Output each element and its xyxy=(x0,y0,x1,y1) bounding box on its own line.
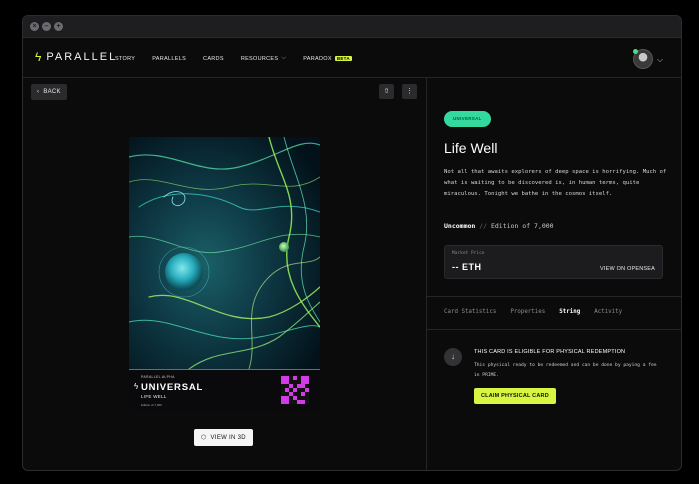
tab-activity[interactable]: Activity xyxy=(594,309,622,315)
view-in-3d-label: VIEW IN 3D xyxy=(210,434,246,441)
card-image[interactable]: PARALLEL ALPHA ϟ UNIVERSAL LIFE WELL Edi… xyxy=(129,137,320,410)
more-options-button[interactable]: ⋮ xyxy=(402,84,417,99)
logo-text: PARALLEL xyxy=(46,51,118,63)
chevron-left-icon: ‹ xyxy=(37,89,40,95)
card-artwork xyxy=(129,137,320,369)
card-edition: Edition of 7,000 xyxy=(141,403,162,407)
arrow-down-icon: ↓ xyxy=(444,348,462,366)
card-parallel-name: UNIVERSAL xyxy=(141,382,204,393)
rarity-label: Uncommon xyxy=(444,222,476,230)
window-close-button[interactable]: × xyxy=(30,22,39,31)
redemption-description: This physical ready to be redeemed and c… xyxy=(474,363,657,378)
more-vertical-icon: ⋮ xyxy=(406,88,413,95)
tab-string[interactable]: String xyxy=(559,309,580,315)
chevron-down-icon: ⌵ xyxy=(281,55,287,61)
nav-links: STORY PARALLELS CARDS RESOURCES ⌵ PARADOX… xyxy=(115,55,369,62)
window-titlebar: × – + xyxy=(23,16,681,38)
card-set-label: PARALLEL ALPHA xyxy=(141,375,175,379)
card-description: Not all that awaits explorers of deep sp… xyxy=(444,169,667,197)
nav-link-label: PARALLELS xyxy=(152,55,187,62)
tabs-divider-top xyxy=(427,296,681,297)
tab-properties[interactable]: Properties xyxy=(510,309,545,315)
qr-code-icon xyxy=(281,376,309,404)
detail-tabs: Card Statistics Properties String Activi… xyxy=(444,309,622,315)
tabs-divider-bottom xyxy=(427,329,681,330)
back-button-label: BACK xyxy=(43,89,61,95)
browser-window: × – + ϟ PARALLEL STORY PARALLELS CARDS R… xyxy=(22,15,682,471)
redemption-title: THIS CARD IS ELIGIBLE FOR PHYSICAL REDEM… xyxy=(474,349,626,355)
edition-label: Edition of 7,000 xyxy=(490,222,554,230)
parallel-badge: UNIVERSAL xyxy=(444,111,491,127)
tab-card-statistics[interactable]: Card Statistics xyxy=(444,309,496,315)
beta-badge: BETA xyxy=(334,56,352,61)
share-icon: ⇧ xyxy=(383,88,390,95)
nav-link-story[interactable]: STORY xyxy=(115,55,135,62)
window-maximize-button[interactable]: + xyxy=(54,22,63,31)
card-details-panel: UNIVERSAL Life Well Not all that awaits … xyxy=(427,78,681,470)
share-button[interactable]: ⇧ xyxy=(379,84,394,99)
nav-link-resources[interactable]: RESOURCES ⌵ xyxy=(241,55,286,62)
market-price-label: Market Price xyxy=(452,251,485,256)
top-navigation: ϟ PARALLEL STORY PARALLELS CARDS RESOURC… xyxy=(23,38,681,78)
bolt-icon: ϟ xyxy=(134,382,139,391)
nav-link-paradox[interactable]: PARADOX BETA xyxy=(303,55,352,62)
chevron-down-icon[interactable]: ⌵ xyxy=(657,55,663,65)
parallel-logo[interactable]: ϟ PARALLEL xyxy=(35,51,117,63)
nav-link-cards[interactable]: CARDS xyxy=(203,55,224,62)
card-footer: PARALLEL ALPHA ϟ UNIVERSAL LIFE WELL Edi… xyxy=(129,369,320,410)
view-on-opensea-link[interactable]: VIEW ON OPENSEA xyxy=(600,266,655,272)
online-status-indicator xyxy=(633,49,638,54)
card-name: LIFE WELL xyxy=(141,394,167,399)
card-title: Life Well xyxy=(444,140,498,156)
cube-icon: ⬡ xyxy=(201,435,207,441)
nav-link-label: PARADOX xyxy=(303,55,332,62)
claim-physical-card-button[interactable]: CLAIM PHYSICAL CARD xyxy=(474,388,556,404)
card-viewer-panel: ‹ BACK ⇧ ⋮ PARALLEL ALPHA ϟ UNIVERSAL LI… xyxy=(23,78,426,470)
window-minimize-button[interactable]: – xyxy=(42,22,51,31)
nav-link-label: CARDS xyxy=(203,55,224,62)
nav-link-parallels[interactable]: PARALLELS xyxy=(152,55,186,62)
market-price-value: -- ETH xyxy=(452,262,482,272)
rarity-separator: // xyxy=(479,222,488,230)
rarity-line: Uncommon // Edition of 7,000 xyxy=(444,222,554,230)
back-button[interactable]: ‹ BACK xyxy=(31,84,67,100)
view-in-3d-button[interactable]: ⬡ VIEW IN 3D xyxy=(194,429,253,446)
bolt-icon: ϟ xyxy=(35,50,42,64)
nav-link-label: RESOURCES xyxy=(240,55,279,62)
market-price-box: Market Price -- ETH VIEW ON OPENSEA xyxy=(444,245,663,279)
nav-link-label: STORY xyxy=(115,55,136,62)
